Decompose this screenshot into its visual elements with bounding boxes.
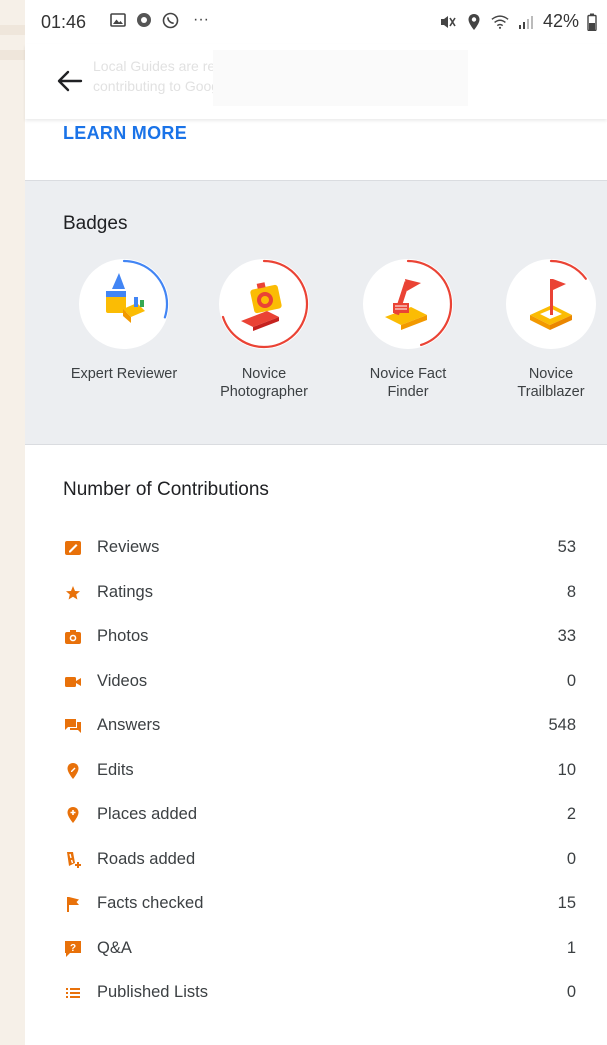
notification-icons: ··· [109, 11, 215, 29]
answers-icon [64, 717, 82, 735]
flag-icon [64, 895, 82, 913]
photographer-icon [219, 259, 309, 349]
contribution-count: 15 [557, 894, 576, 912]
contribution-count: 0 [566, 850, 576, 868]
contribution-row-answers[interactable]: Answers 548 [25, 708, 607, 752]
whatsapp-icon [161, 11, 179, 29]
contribution-row-photos[interactable]: Photos 33 [25, 619, 607, 663]
add-road-icon [64, 851, 82, 869]
contribution-label: Answers [97, 716, 161, 734]
contribution-row-edits[interactable]: Edits 10 [25, 753, 607, 797]
badge-label: Novice Trailblazer [481, 365, 607, 401]
contribution-count: 33 [557, 627, 576, 645]
contribution-count: 0 [566, 983, 576, 1001]
contribution-count: 1 [566, 939, 576, 957]
contribution-row-places-added[interactable]: Places added 2 [25, 797, 607, 841]
battery-icon [587, 13, 597, 31]
arrow-back-icon[interactable] [55, 66, 85, 96]
badge-label-line-2: Photographer [220, 384, 308, 400]
edit-pin-icon [64, 762, 82, 780]
more-dots-icon: ··· [193, 11, 209, 28]
badge-novice-trailblazer[interactable]: Novice Trailblazer [481, 259, 607, 401]
badges-section: Badges Expert Reviewer Novice Photograph… [25, 181, 607, 444]
contribution-count: 8 [566, 583, 576, 601]
faded-overlay [213, 50, 468, 106]
learn-more-link[interactable]: LEARN MORE [63, 123, 187, 144]
contribution-row-videos[interactable]: Videos 0 [25, 664, 607, 708]
video-icon [64, 673, 82, 691]
badge-circle [219, 259, 309, 349]
divider [25, 444, 607, 445]
battery-percent: 42% [542, 11, 579, 31]
badge-label: Novice Fact Finder [338, 365, 478, 401]
badge-label-line-2: Finder [387, 384, 429, 400]
location-icon [465, 13, 483, 31]
contribution-row-facts-checked[interactable]: Facts checked 15 [25, 886, 607, 930]
list-icon [64, 984, 82, 1002]
review-icon [64, 539, 82, 557]
contribution-count: 53 [557, 538, 576, 556]
contribution-label: Edits [97, 761, 134, 779]
contribution-row-qa[interactable]: ? Q&A 1 [25, 931, 607, 975]
signal-icon [517, 13, 535, 31]
badge-label-line-2: Trailblazer [517, 384, 585, 400]
question-icon: ? [64, 940, 82, 958]
contribution-label: Photos [97, 627, 149, 645]
badge-circle [363, 259, 453, 349]
badge-novice-photographer[interactable]: Novice Photographer [194, 259, 334, 401]
contribution-label: Facts checked [97, 894, 204, 912]
badge-label: Expert Reviewer [54, 365, 194, 383]
mute-icon [439, 13, 457, 31]
phone-screen: 01:46 ··· 42% Local Guides are contribut… [25, 0, 607, 1045]
badge-novice-fact-finder[interactable]: Novice Fact Finder [338, 259, 478, 401]
badge-label-line-1: Novice Fact [369, 366, 447, 382]
messenger-icon [135, 11, 153, 29]
contribution-label: Reviews [97, 538, 160, 556]
badge-circle [506, 259, 596, 349]
status-bar: 01:46 ··· 42% [25, 0, 607, 44]
contribution-label: Q&A [97, 939, 132, 957]
badge-label-line-1: Novice [241, 366, 287, 382]
badge-expert-reviewer[interactable]: Expert Reviewer [54, 259, 194, 383]
contribution-label: Places added [97, 805, 197, 823]
expert-reviewer-icon [79, 259, 169, 349]
add-place-icon [64, 806, 82, 824]
contribution-count: 0 [566, 672, 576, 690]
contribution-label: Published Lists [97, 983, 208, 1001]
star-icon [64, 584, 82, 602]
gallery-icon [109, 11, 127, 29]
background-border [0, 0, 25, 1045]
contribution-label: Roads added [97, 850, 196, 868]
contribution-row-ratings[interactable]: Ratings 8 [25, 575, 607, 619]
contributions-title: Number of Contributions [63, 479, 269, 500]
contribution-row-reviews[interactable]: Reviews 53 [25, 530, 607, 574]
system-icons: 42% [439, 11, 597, 32]
trailblazer-icon [506, 259, 596, 349]
status-time: 01:46 [41, 12, 87, 32]
contribution-label: Videos [97, 672, 148, 690]
contribution-count: 548 [548, 716, 576, 734]
fact-finder-icon [363, 259, 453, 349]
contribution-row-roads-added[interactable]: Roads added 0 [25, 842, 607, 886]
camera-icon [64, 628, 82, 646]
badge-label-line-1: Novice [528, 366, 574, 382]
top-app-bar: Local Guides are rewarded with points an… [25, 44, 607, 119]
contribution-row-published-lists[interactable]: Published Lists 0 [25, 975, 607, 1019]
badge-label-line-1: Expert Reviewer [70, 366, 178, 382]
svg-text:?: ? [70, 943, 76, 954]
contribution-count: 2 [566, 805, 576, 823]
badge-label: Novice Photographer [194, 365, 334, 401]
badge-circle [79, 259, 169, 349]
contribution-count: 10 [557, 761, 576, 779]
wifi-icon [491, 13, 509, 31]
contribution-label: Ratings [97, 583, 153, 601]
badges-title: Badges [63, 213, 128, 234]
